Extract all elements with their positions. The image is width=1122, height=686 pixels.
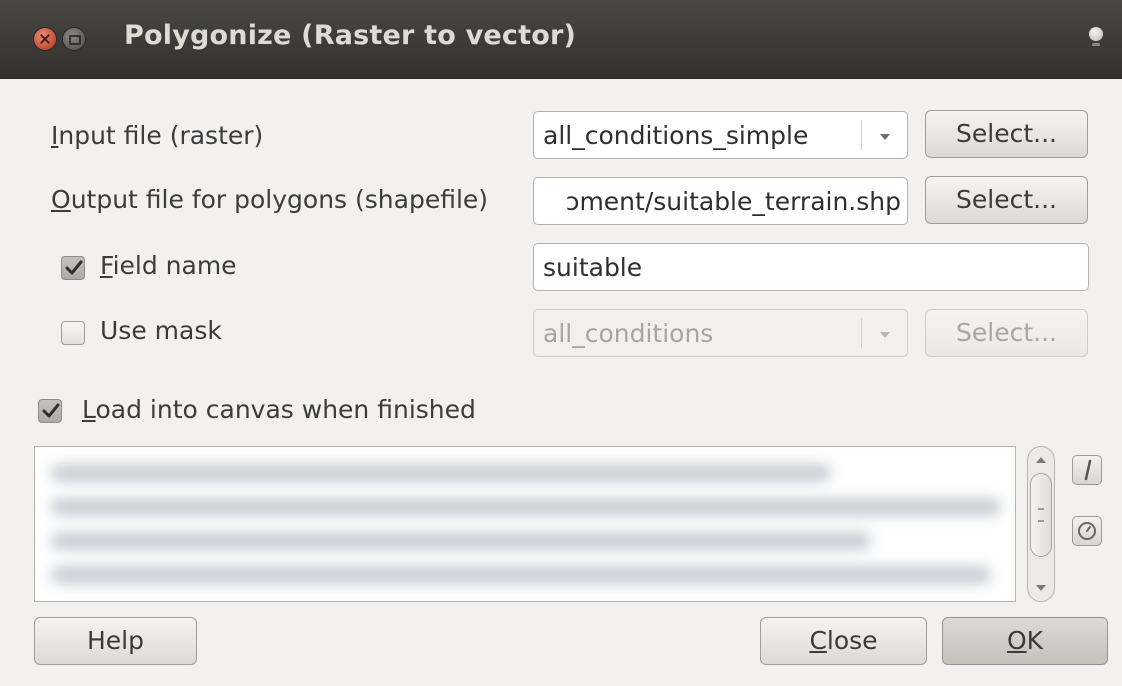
window-title: Polygonize (Raster to vector) <box>124 20 577 51</box>
chevron-down-icon[interactable] <box>880 134 890 140</box>
field-name-input[interactable]: suitable <box>533 243 1089 291</box>
minimize-icon[interactable] <box>63 28 85 50</box>
scroll-up-icon[interactable] <box>1036 457 1046 463</box>
blurred-text-line <box>51 567 991 583</box>
command-text-area[interactable] <box>34 446 1016 602</box>
close-button-mnemonic: C <box>809 626 827 655</box>
field-name-value: suitable <box>543 253 643 282</box>
chevron-down-icon[interactable] <box>880 332 890 338</box>
scrollbar-thumb[interactable] <box>1030 473 1052 557</box>
input-file-value: all_conditions_simple <box>543 121 809 150</box>
field-name-label: Field name <box>100 251 237 280</box>
scroll-down-icon[interactable] <box>1036 585 1046 591</box>
field-name-label-text: ield name <box>112 251 237 280</box>
mask-value: all_conditions <box>543 319 714 348</box>
ok-button-mnemonic: O <box>1006 626 1027 655</box>
combo-divider <box>861 318 862 348</box>
combo-divider <box>861 120 862 150</box>
edit-command-button[interactable] <box>1072 455 1102 485</box>
load-canvas-checkbox[interactable] <box>38 399 62 423</box>
close-icon[interactable] <box>34 28 56 50</box>
mask-select-button[interactable]: Select... <box>925 309 1088 357</box>
reset-command-button[interactable] <box>1072 516 1102 546</box>
output-file-label-text: utput file for polygons (shapefile) <box>70 185 489 214</box>
blurred-text-line <box>51 533 871 549</box>
help-button[interactable]: Help <box>34 617 197 665</box>
use-mask-checkbox[interactable] <box>61 321 85 345</box>
output-file-value: ɔment/suitable_terrain.shp <box>565 187 901 216</box>
output-file-label: Output file for polygons (shapefile) <box>51 185 488 214</box>
title-bar[interactable]: Polygonize (Raster to vector) <box>0 0 1122 79</box>
input-file-combo[interactable]: all_conditions_simple <box>533 111 908 159</box>
use-mask-label: Use mask <box>100 316 222 345</box>
field-name-checkbox[interactable] <box>61 256 85 280</box>
output-file-field[interactable]: ɔment/suitable_terrain.shp <box>533 177 908 225</box>
mask-combo[interactable]: all_conditions <box>533 309 908 357</box>
input-file-label-text: nput file (raster) <box>58 121 264 150</box>
load-canvas-label-text: oad into canvas when finished <box>95 395 476 424</box>
window-menu-icon[interactable] <box>1089 27 1103 46</box>
close-button[interactable]: Close <box>760 617 927 665</box>
output-select-button[interactable]: Select... <box>925 176 1088 224</box>
dialog-window: Polygonize (Raster to vector) Input file… <box>0 0 1122 686</box>
check-icon <box>42 403 60 418</box>
pencil-icon <box>1084 459 1092 481</box>
output-file-label-mnemonic: O <box>51 185 71 214</box>
input-file-label: Input file (raster) <box>51 121 263 150</box>
load-canvas-label: Load into canvas when finished <box>82 395 476 424</box>
log-scrollbar[interactable] <box>1027 446 1055 602</box>
load-canvas-label-mnemonic: L <box>82 395 96 424</box>
check-icon <box>65 260 83 275</box>
reset-icon <box>1078 522 1096 540</box>
ok-button-text: K <box>1026 626 1044 655</box>
field-name-label-mnemonic: F <box>100 251 113 280</box>
blurred-text-line <box>51 499 1001 515</box>
close-button-text: lose <box>826 626 878 655</box>
ok-button[interactable]: OK <box>942 617 1108 665</box>
blurred-text-line <box>51 465 831 481</box>
input-select-button[interactable]: Select... <box>925 110 1088 158</box>
